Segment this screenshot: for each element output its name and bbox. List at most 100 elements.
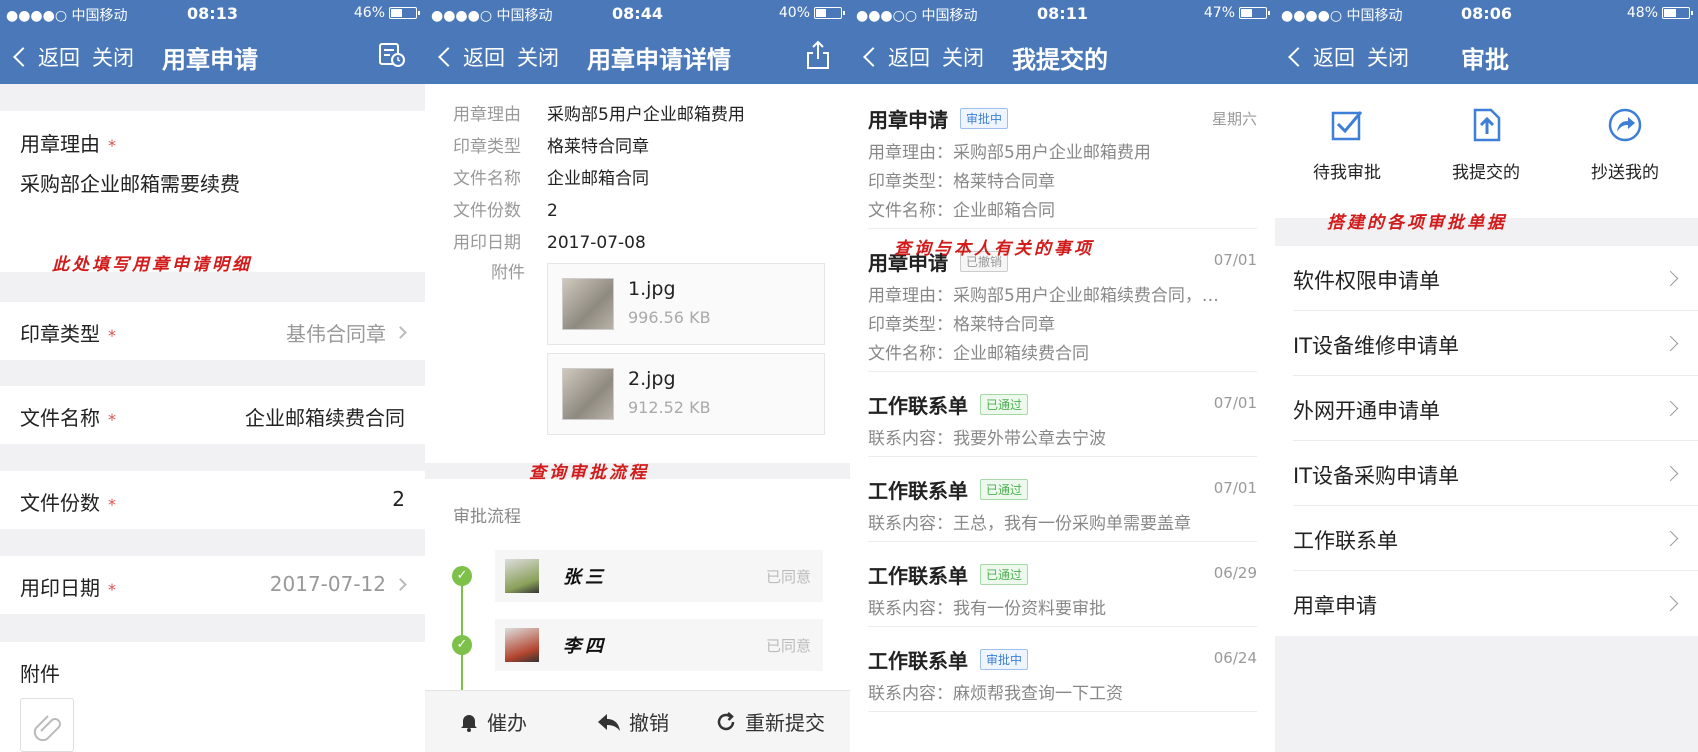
item-detail: 联系内容：王总，我有一份采购单需要盖章 xyxy=(868,514,1191,534)
chevron-right-icon xyxy=(1662,465,1679,482)
close-button[interactable]: 关闭 xyxy=(1367,42,1409,72)
date-field[interactable]: 用印日期 * 2017-07-12 xyxy=(0,556,425,614)
form-name: 软件权限申请单 xyxy=(1293,269,1440,293)
chevron-left-icon xyxy=(438,47,458,67)
back-label: 返回 xyxy=(888,46,930,70)
file-card[interactable]: 2.jpg 912.52 KB xyxy=(547,353,825,435)
chevron-left-icon xyxy=(13,47,33,67)
approval-status: 已同意 xyxy=(765,637,811,655)
status-badge: 已通过 xyxy=(980,394,1029,415)
item-detail: 用章理由：采购部5用户企业邮箱续费合同，… xyxy=(868,286,1219,306)
form-list-item[interactable]: IT设备维修申请单 xyxy=(1293,311,1698,376)
avatar xyxy=(505,559,539,593)
form-list-item[interactable]: 用章申请 xyxy=(1293,571,1698,636)
submission-item[interactable]: 工作联系单 已通过 07/01 联系内容：王总，我有一份采购单需要盖章 xyxy=(868,457,1257,542)
file-name: 2.jpg xyxy=(628,368,676,390)
form-list-item[interactable]: 工作联系单 xyxy=(1293,506,1698,571)
flow-title: 审批流程 xyxy=(453,507,521,527)
file-name-value: 企业邮箱续费合同 xyxy=(245,406,405,430)
close-button[interactable]: 关闭 xyxy=(517,42,559,72)
close-button[interactable]: 关闭 xyxy=(942,42,984,72)
status-badge: 审批中 xyxy=(960,108,1009,129)
resubmit-button[interactable]: 重新提交 xyxy=(715,707,825,736)
history-form-icon[interactable] xyxy=(379,43,405,71)
shortcut-grid: 待我审批 我提交的 抄送我的 xyxy=(1275,84,1698,218)
flow-step[interactable]: 李四 已同意 xyxy=(495,619,823,671)
reason-value[interactable]: 采购部企业邮箱需要续费 xyxy=(20,168,240,197)
item-date: 06/29 xyxy=(1213,564,1257,582)
detail-key: 文件份数 xyxy=(453,201,521,221)
apply-seal-screen: ●●●●○ 中国移动 08:13 46% 返回 关闭 用章申请 用章理由 * 采购… xyxy=(0,0,425,752)
form-name: 工作联系单 xyxy=(1293,529,1398,553)
detail-row: 用印日期 2017-07-08 xyxy=(453,228,646,253)
reason-label: 用章理由 * xyxy=(20,132,116,156)
item-title: 工作联系单 xyxy=(868,479,968,503)
status-badge: 审批中 xyxy=(980,649,1029,670)
item-detail: 印章类型：格莱特合同章 xyxy=(868,172,1055,192)
file-card[interactable]: 1.jpg 996.56 KB xyxy=(547,263,825,345)
date-label: 用印日期 * xyxy=(20,576,116,600)
urge-button[interactable]: 催办 xyxy=(459,707,527,736)
back-button[interactable]: 返回 xyxy=(437,42,505,72)
detail-key: 文件名称 xyxy=(453,169,521,189)
pending-approval-button[interactable]: 待我审批 xyxy=(1277,108,1417,183)
item-detail: 用章理由：采购部5用户企业邮箱费用 xyxy=(868,143,1151,163)
attachment-label-row: 附件 xyxy=(491,263,525,283)
submission-item[interactable]: 工作联系单 审批中 06/24 联系内容：麻烦帮我查询一下工资 xyxy=(868,627,1257,712)
file-size: 912.52 KB xyxy=(628,398,711,417)
back-button[interactable]: 返回 xyxy=(12,42,80,72)
copies-field[interactable]: 文件份数 * 2 xyxy=(0,471,425,529)
item-date: 星期六 xyxy=(1211,110,1257,128)
my-submitted-button[interactable]: 我提交的 xyxy=(1416,108,1556,183)
back-label: 返回 xyxy=(1313,46,1355,70)
form-list-item[interactable]: IT设备采购申请单 xyxy=(1293,441,1698,506)
form-list: 软件权限申请单 IT设备维修申请单外网开通申请单 IT设备采购申请单工作联系单用章申… xyxy=(1275,246,1698,636)
annotation-query-flow: 查询审批流程 xyxy=(529,463,649,483)
refresh-icon xyxy=(717,711,735,730)
action-bar: 催办 撤销 重新提交 xyxy=(425,690,850,752)
item-date: 07/01 xyxy=(1213,479,1257,497)
revoke-button[interactable]: 撤销 xyxy=(597,707,669,736)
item-detail: 文件名称：企业邮箱合同 xyxy=(868,201,1055,221)
detail-value: 2 xyxy=(547,201,558,221)
bell-icon xyxy=(461,714,477,732)
file-name-field[interactable]: 文件名称 * 企业邮箱续费合同 xyxy=(0,386,425,444)
battery-icon xyxy=(389,7,420,19)
item-date: 07/01 xyxy=(1213,251,1257,269)
status-badge: 已通过 xyxy=(980,564,1029,585)
item-detail: 文件名称：企业邮箱续费合同 xyxy=(868,344,1089,364)
detail-row: 用章理由 采购部5用户企业邮箱费用 xyxy=(453,100,745,125)
annotation-related-items: 查询与本人有关的事项 xyxy=(894,239,1094,259)
detail-key: 用章理由 xyxy=(453,105,521,125)
copies-value: 2 xyxy=(392,487,405,511)
back-button[interactable]: 返回 xyxy=(1287,42,1355,72)
item-date: 06/24 xyxy=(1213,649,1257,667)
approver-name: 李四 xyxy=(563,636,607,657)
form-name: 外网开通申请单 xyxy=(1293,399,1440,423)
submission-item[interactable]: 用章申请 审批中 星期六 用章理由：采购部5用户企业邮箱费用 印章类型：格莱特合同章 文件… xyxy=(868,86,1257,229)
reason-field[interactable]: 用章理由 * 采购部企业邮箱需要续费 xyxy=(0,111,425,272)
share-icon[interactable] xyxy=(806,40,830,74)
cc-to-me-button[interactable]: 抄送我的 xyxy=(1555,108,1695,183)
submission-item[interactable]: 工作联系单 已通过 07/01 联系内容：我要外带公章去宁波 xyxy=(868,372,1257,457)
submission-item[interactable]: 工作联系单 已通过 06/29 联系内容：我有一份资料要审批 xyxy=(868,542,1257,627)
item-detail: 印章类型：格莱特合同章 xyxy=(868,315,1055,335)
form-list-item[interactable]: 外网开通申请单 xyxy=(1293,376,1698,441)
item-title: 工作联系单 xyxy=(868,564,968,588)
flow-step[interactable]: 张三 已同意 xyxy=(495,550,823,602)
seal-type-value: 基伟合同章 xyxy=(286,318,407,347)
seal-type-field[interactable]: 印章类型 * 基伟合同章 xyxy=(0,302,425,360)
check-circle-icon: ✓ xyxy=(452,566,472,586)
battery-icon xyxy=(1239,7,1270,19)
page-title: 我提交的 xyxy=(1012,46,1108,74)
back-button[interactable]: 返回 xyxy=(862,42,930,72)
paperclip-icon[interactable] xyxy=(20,698,74,752)
close-button[interactable]: 关闭 xyxy=(92,42,134,72)
battery-icon xyxy=(814,7,845,19)
item-detail: 联系内容：我有一份资料要审批 xyxy=(868,599,1106,619)
item-title: 工作联系单 xyxy=(868,649,968,673)
page-title: 用章申请 xyxy=(162,46,258,74)
form-list-item[interactable]: 软件权限申请单 xyxy=(1293,246,1698,311)
item-date: 07/01 xyxy=(1213,394,1257,412)
item-detail: 联系内容：麻烦帮我查询一下工资 xyxy=(868,684,1123,704)
